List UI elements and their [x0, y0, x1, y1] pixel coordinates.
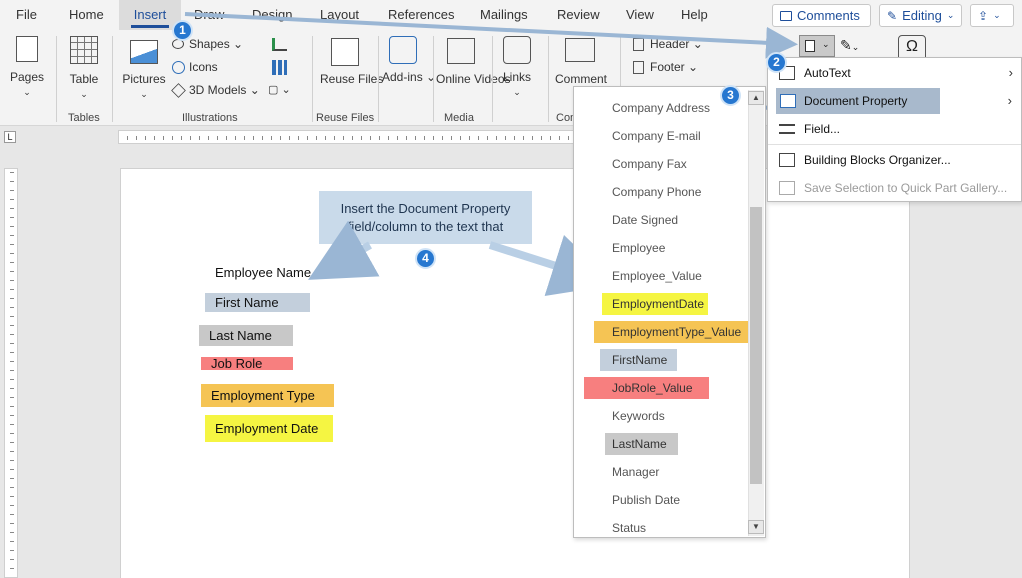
- property-item-employee[interactable]: Employee: [602, 237, 675, 259]
- property-item-publish-date[interactable]: Publish Date: [602, 489, 690, 511]
- menu-item-document-property[interactable]: Document Property: [776, 88, 940, 114]
- arrow-step-1: [184, 12, 798, 59]
- step-badge-4: 4: [415, 248, 436, 269]
- field-icon: [779, 124, 795, 134]
- property-item-company-address[interactable]: Company Address: [602, 97, 720, 119]
- property-item-company-phone[interactable]: Company Phone: [602, 181, 711, 203]
- menu-divider: [768, 144, 1021, 145]
- property-item-lastname[interactable]: LastName: [605, 433, 678, 455]
- arrow-callout-left: [308, 220, 380, 280]
- chevron-right-icon: ›: [1008, 65, 1013, 80]
- property-item-firstname[interactable]: FirstName: [600, 349, 677, 371]
- step-badge-1: 1: [172, 20, 193, 41]
- property-item-jobrole-value[interactable]: JobRole_Value: [584, 377, 709, 399]
- property-item-keywords[interactable]: Keywords: [602, 405, 675, 427]
- property-item-employmentdate[interactable]: EmploymentDate: [602, 293, 708, 315]
- property-item-employee-value[interactable]: Employee_Value: [602, 265, 712, 287]
- chevron-right-icon: ›: [1007, 93, 1012, 108]
- property-item-company-e-mail[interactable]: Company E-mail: [602, 125, 711, 147]
- menu-item-label: Field...: [804, 122, 841, 136]
- property-item-status[interactable]: Status: [602, 517, 656, 539]
- scroll-down-icon[interactable]: ▼: [748, 520, 764, 534]
- menu-item-autotext[interactable]: AutoText ›: [768, 60, 1021, 86]
- property-item-employmenttype-value[interactable]: EmploymentType_Value: [594, 321, 748, 343]
- property-item-date-signed[interactable]: Date Signed: [602, 209, 688, 231]
- menu-item-label: Save Selection to Quick Part Gallery...: [804, 181, 1008, 195]
- step-badge-3: 3: [720, 85, 741, 106]
- scrollbar-thumb[interactable]: [750, 207, 762, 484]
- property-item-company-fax[interactable]: Company Fax: [602, 153, 697, 175]
- property-item-manager[interactable]: Manager: [602, 461, 669, 483]
- document-property-submenu[interactable]: ›: [998, 88, 1018, 114]
- menu-item-field[interactable]: Field...: [768, 116, 1021, 142]
- menu-item-building-blocks[interactable]: Building Blocks Organizer...: [768, 147, 1021, 173]
- quick-parts-menu: AutoText › Document Property › Field... …: [767, 57, 1022, 202]
- building-blocks-icon: [779, 153, 795, 167]
- document-property-icon: [780, 94, 796, 108]
- menu-item-label: Document Property: [804, 94, 908, 108]
- step-badge-2: 2: [766, 52, 787, 73]
- menu-item-label: AutoText: [804, 66, 851, 80]
- menu-item-label: Building Blocks Organizer...: [804, 153, 951, 167]
- save-selection-icon: [779, 181, 795, 195]
- scroll-up-icon[interactable]: ▲: [748, 91, 764, 105]
- menu-item-save-selection: Save Selection to Quick Part Gallery...: [768, 175, 1021, 201]
